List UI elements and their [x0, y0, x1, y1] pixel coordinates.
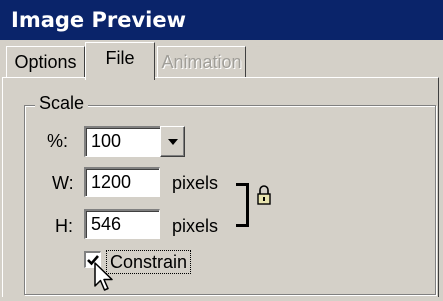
- height-input[interactable]: 546: [84, 209, 160, 239]
- tab-options[interactable]: Options: [6, 46, 85, 78]
- percent-combo-input[interactable]: 100: [84, 126, 161, 157]
- tab-animation: Animation: [157, 46, 246, 78]
- width-label: W:: [52, 173, 74, 193]
- width-input[interactable]: 1200: [84, 167, 160, 197]
- scale-group-label: Scale: [35, 93, 89, 114]
- tab-strip: Options File Animation: [0, 40, 443, 80]
- tab-file[interactable]: File: [85, 42, 155, 80]
- chevron-down-icon: [168, 139, 178, 145]
- percent-label: %:: [47, 131, 69, 151]
- window-title: Image Preview: [0, 0, 443, 40]
- height-unit-label: pixels: [172, 216, 219, 236]
- constrain-label[interactable]: Constrain: [105, 250, 192, 274]
- width-unit-label: pixels: [172, 173, 219, 193]
- height-label: H:: [55, 216, 73, 236]
- percent-dropdown-button[interactable]: [160, 126, 185, 157]
- mouse-pointer-icon: [94, 262, 116, 299]
- link-bracket: [236, 183, 249, 227]
- lock-icon[interactable]: [256, 185, 272, 207]
